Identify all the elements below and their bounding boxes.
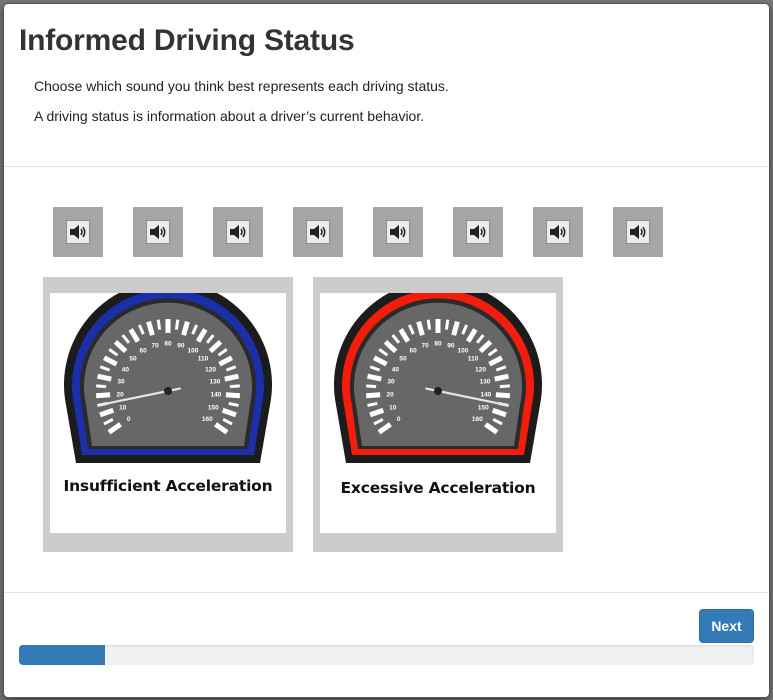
gauge-tick-label: 130 [210, 379, 221, 386]
sound-button-1[interactable] [53, 207, 103, 257]
speaker-icon [226, 220, 250, 244]
gauge-tick [156, 319, 162, 330]
speaker-icon [466, 220, 490, 244]
gauge-tick-label: 90 [177, 342, 185, 349]
status-card-insufficient-acceleration[interactable]: 0 10 20 30 40 50 60 70 80 90 100 110 120 130 140 150 160… [43, 277, 293, 552]
gauge-tick [426, 319, 432, 330]
page-title: Informed Driving Status [19, 24, 355, 57]
gauge-tick-label: 40 [392, 366, 400, 373]
gauge-tick-label: 50 [399, 356, 407, 363]
gauge-tick-label: 120 [475, 366, 486, 373]
gauge-tick [365, 392, 381, 399]
gauge-tick-label: 100 [457, 347, 468, 354]
status-card-label: Excessive Acceleration [340, 479, 536, 497]
gauge-tick [499, 384, 510, 389]
gauge-tick-label: 30 [387, 379, 395, 386]
gauge-tick-label: 60 [139, 347, 147, 354]
gauge-tick-label: 160 [472, 416, 483, 423]
gauge-tick-label: 150 [478, 404, 489, 411]
gauge-tick-label: 80 [164, 341, 172, 348]
gauge-tick [97, 373, 112, 382]
gauge-hub [434, 387, 442, 395]
gauge-tick-label: 90 [447, 342, 455, 349]
gauge-tick-label: 140 [210, 392, 221, 399]
progress-bar-fill [19, 645, 105, 665]
sound-button-4[interactable] [293, 207, 343, 257]
gauge-tick-label: 20 [116, 392, 124, 399]
gauge-tick [229, 384, 240, 389]
sound-button-2[interactable] [133, 207, 183, 257]
gauge-tick [224, 373, 239, 382]
sound-button-6[interactable] [453, 207, 503, 257]
gauge-tick-label: 110 [198, 356, 209, 363]
next-button[interactable]: Next [699, 609, 754, 643]
gauge-tick-label: 60 [409, 347, 417, 354]
speaker-icon [626, 220, 650, 244]
gauge-tick-label: 10 [389, 404, 397, 411]
gauge-tick [95, 392, 111, 399]
sound-button-3[interactable] [213, 207, 263, 257]
status-card-image: 0 10 20 30 40 50 60 70 80 90 100 110 120 130 140 150 160… [320, 293, 556, 533]
gauge-tick-label: 80 [434, 341, 442, 348]
speaker-icon [386, 220, 410, 244]
gauge-tick-label: 10 [119, 404, 127, 411]
gauge-tick-label: 150 [208, 404, 219, 411]
gauge-tick-label: 40 [122, 366, 130, 373]
gauge-tick-label: 140 [480, 392, 491, 399]
gauge-tick-label: 110 [468, 356, 479, 363]
gauge-tick [174, 319, 180, 330]
gauge-hub [164, 387, 172, 395]
status-card-excessive-acceleration[interactable]: 0 10 20 30 40 50 60 70 80 90 100 110 120 130 140 150 160… [313, 277, 563, 552]
status-card-label: Insufficient Acceleration [63, 477, 273, 495]
sound-button-7[interactable] [533, 207, 583, 257]
speaker-icon [66, 220, 90, 244]
speedometer-icon: 010 20 30 40 5060 70 80 90100110 120 130 140 150 160 [64, 293, 272, 463]
dialog-header: Informed Driving Status Choose which sou… [4, 4, 769, 167]
gauge-tick [366, 384, 377, 389]
gauge-tick-label: 50 [129, 356, 137, 363]
progress-bar [19, 645, 754, 665]
dialog-footer: Next [4, 592, 769, 697]
gauge-tick [367, 401, 378, 407]
speaker-icon [146, 220, 170, 244]
gauge-tick-label: 160 [202, 416, 213, 423]
speaker-icon [546, 220, 570, 244]
definition-text: A driving status is information about a … [34, 108, 425, 124]
gauge-tick [444, 319, 450, 330]
gauge-tick [495, 392, 511, 399]
gauge-tick [228, 401, 239, 407]
gauge-tick-label: 30 [117, 379, 125, 386]
gauge-tick-label: 0 [127, 416, 131, 423]
survey-dialog: Informed Driving Status Choose which sou… [3, 3, 770, 698]
instruction-text: Choose which sound you think best repres… [34, 78, 449, 94]
gauge-tick-label: 120 [205, 366, 216, 373]
gauge-tick-label: 70 [421, 342, 429, 349]
speedometer-icon: 010 20 30 40 5060 70 80 90100110 120 130 140 150 160 [334, 293, 542, 463]
gauge-tick-label: 0 [397, 416, 401, 423]
gauge-tick [225, 392, 241, 399]
gauge-tick-label: 70 [151, 342, 159, 349]
sound-button-8[interactable] [613, 207, 663, 257]
gauge-tick [494, 373, 509, 382]
sound-button-5[interactable] [373, 207, 423, 257]
sound-button-row [4, 207, 769, 257]
gauge-tick-label: 100 [187, 347, 198, 354]
speaker-icon [306, 220, 330, 244]
status-card-image: 0 10 20 30 40 50 60 70 80 90 100 110 120 130 140 150 160… [50, 293, 286, 533]
gauge-tick [367, 373, 382, 382]
gauge-tick [96, 384, 107, 389]
gauge-tick-label: 130 [480, 379, 491, 386]
gauge-tick-label: 20 [386, 392, 394, 399]
